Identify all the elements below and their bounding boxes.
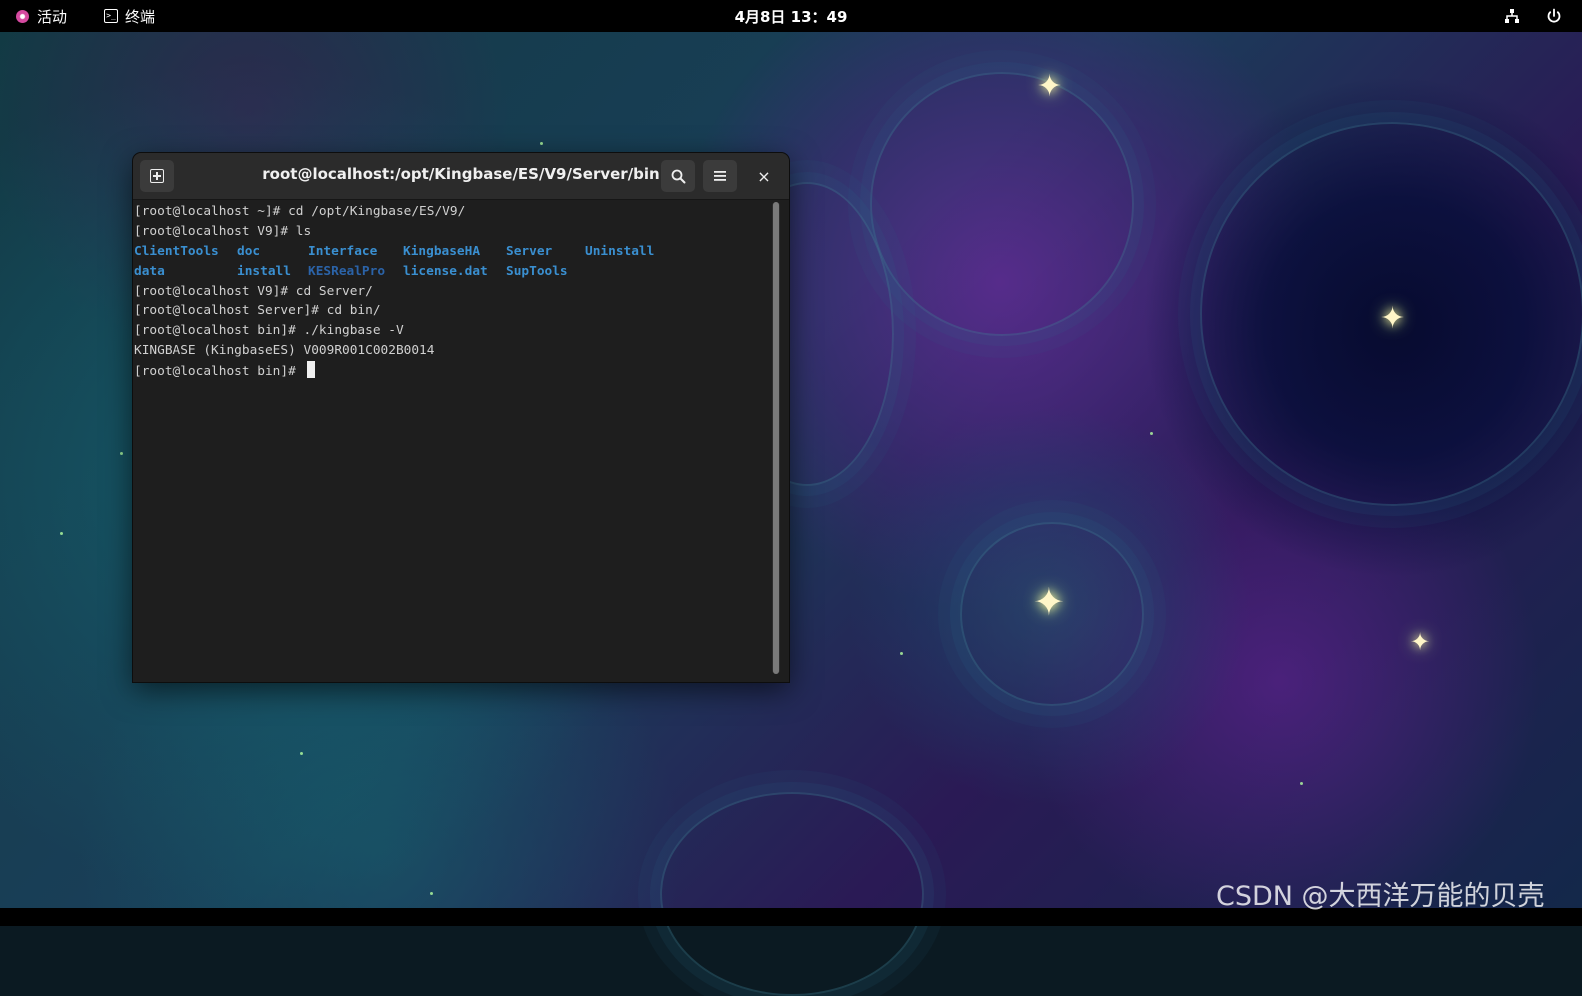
ls-entry-dir: Uninstall bbox=[585, 243, 655, 259]
wallpaper-dust bbox=[300, 752, 303, 755]
search-button[interactable] bbox=[661, 160, 695, 192]
wallpaper-dust bbox=[430, 892, 433, 895]
terminal-line: [root@localhost bin]# ./kingbase -V bbox=[134, 323, 404, 339]
ls-entry-file: license.dat bbox=[403, 263, 488, 279]
close-button[interactable]: × bbox=[747, 160, 781, 192]
new-tab-button[interactable] bbox=[140, 160, 174, 192]
terminal-line: KINGBASE (KingbaseES) V009R001C002B0014 bbox=[134, 343, 435, 359]
prompt-text: [root@localhost bin]# bbox=[134, 364, 304, 380]
wallpaper-dust bbox=[1150, 432, 1153, 435]
ls-entry-dir: Server bbox=[506, 243, 553, 259]
terminal-titlebar[interactable]: root@localhost:/opt/Kingbase/ES/V9/Serve… bbox=[133, 153, 789, 200]
ls-output-row: data install KESRealPro license.dat SupTools bbox=[134, 262, 770, 282]
scrollbar[interactable] bbox=[772, 202, 780, 674]
ls-entry-dir: KingbaseHA bbox=[403, 243, 481, 259]
wallpaper-dust bbox=[900, 652, 903, 655]
clock-label: 4月8日 13：49 bbox=[734, 7, 848, 26]
terminal-window[interactable]: root@localhost:/opt/Kingbase/ES/V9/Serve… bbox=[133, 153, 789, 682]
terminal-line: [root@localhost V9]# ls bbox=[134, 223, 312, 239]
power-icon[interactable] bbox=[1546, 0, 1562, 32]
text-cursor bbox=[306, 361, 315, 379]
watermark: CSDN @大西洋万能的贝壳 bbox=[1216, 881, 1545, 912]
terminal-line: [root@localhost Server]# cd bin/ bbox=[134, 303, 381, 319]
clock[interactable]: 4月8日 13：49 bbox=[0, 0, 1582, 32]
wallpaper-dust bbox=[120, 452, 123, 455]
wallpaper-swirl bbox=[660, 792, 924, 996]
ls-entry-dir: ClientTools bbox=[134, 243, 219, 259]
top-bar: 活动 >_ 终端 4月8日 13：49 bbox=[0, 0, 1582, 32]
wallpaper-dust bbox=[1300, 782, 1303, 785]
ls-entry-dir: Interface bbox=[308, 243, 378, 259]
wallpaper-dust bbox=[60, 532, 63, 535]
wallpaper-star-icon: ✦ bbox=[1037, 69, 1063, 104]
terminal-line: [root@localhost ~]# cd /opt/Kingbase/ES/… bbox=[134, 204, 466, 219]
network-icon[interactable] bbox=[1504, 0, 1520, 32]
ls-entry-dir: doc bbox=[237, 243, 261, 259]
wallpaper-dust bbox=[540, 142, 543, 145]
terminal-line: [root@localhost V9]# cd Server/ bbox=[134, 283, 373, 299]
ls-entry-dir: KESRealPro bbox=[308, 263, 386, 279]
terminal-output[interactable]: [root@localhost ~]# cd /opt/Kingbase/ES/… bbox=[133, 200, 770, 682]
hamburger-menu-icon bbox=[714, 171, 726, 181]
wallpaper-star-icon: ✦ bbox=[1380, 301, 1406, 336]
menu-button[interactable] bbox=[703, 160, 737, 192]
ls-entry-dir: data bbox=[134, 263, 165, 279]
ls-entry-dir: SupTools bbox=[506, 263, 568, 279]
wallpaper-star-icon: ✦ bbox=[1410, 628, 1431, 656]
scrollbar-thumb[interactable] bbox=[773, 202, 779, 674]
wallpaper-star-icon: ✦ bbox=[1033, 580, 1065, 624]
new-tab-icon bbox=[150, 169, 164, 183]
ls-entry-dir: install bbox=[237, 263, 291, 279]
close-icon: × bbox=[757, 166, 771, 186]
prompt-line: [root@localhost bin]# bbox=[134, 361, 770, 381]
search-icon bbox=[671, 169, 685, 183]
wallpaper-swirl bbox=[870, 72, 1134, 336]
ls-output-row: ClientTools doc Interface KingbaseHA Server U… bbox=[134, 242, 770, 262]
